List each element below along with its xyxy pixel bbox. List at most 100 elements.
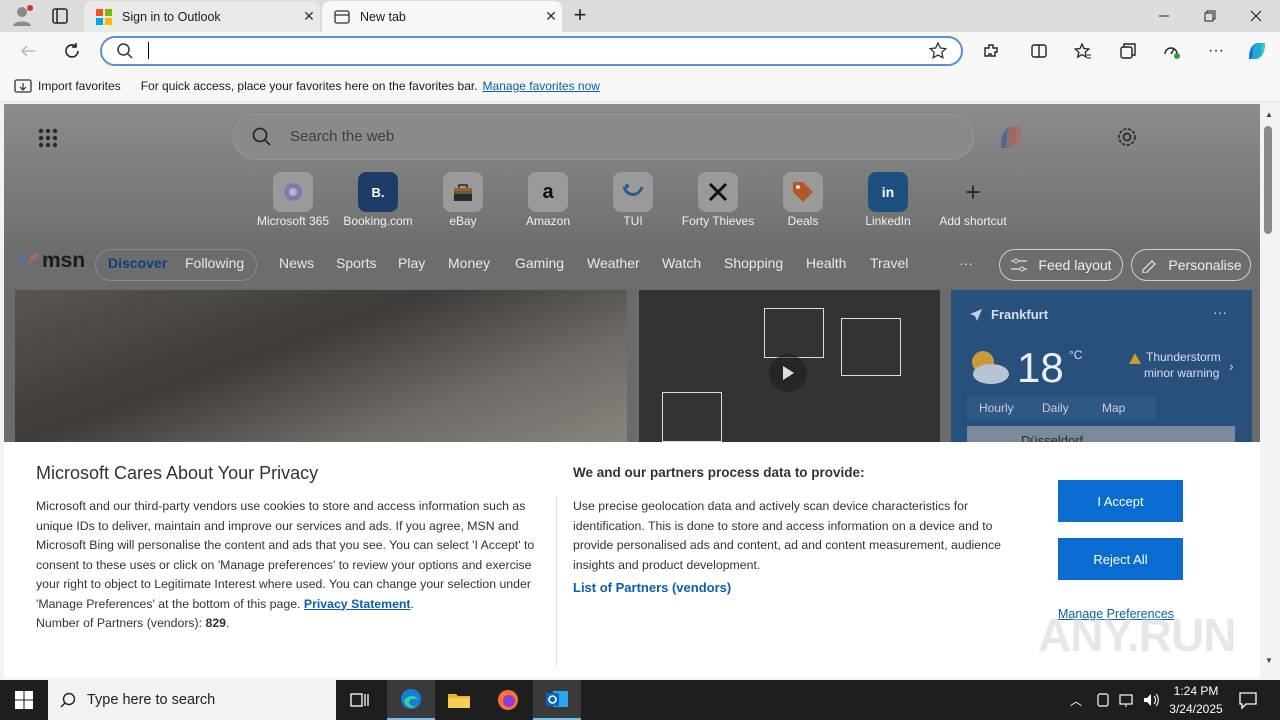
weather-city[interactable]: Frankfurt	[991, 307, 1048, 322]
shortcut-add[interactable]: + Add shortcut	[930, 172, 1016, 229]
shortcut-forty-thieves[interactable]: Forty Thieves	[675, 172, 761, 228]
text-caret	[148, 42, 149, 59]
sparkle-pencil-icon	[1140, 257, 1158, 273]
new-tab-plus-icon[interactable]: +	[569, 4, 591, 27]
shortcut-microsoft-365[interactable]: Microsoft 365	[250, 172, 336, 228]
manage-favorites-link[interactable]: Manage favorites now	[483, 79, 600, 93]
windows-start-icon[interactable]	[0, 680, 48, 720]
shortcut-deals[interactable]: Deals	[760, 172, 846, 228]
tray-chevron-up-icon[interactable]: ︿	[1070, 692, 1082, 709]
network-icon[interactable]	[1118, 692, 1136, 708]
web-search-box[interactable]: Search the web	[233, 114, 974, 160]
favorite-star-icon[interactable]	[928, 41, 948, 61]
apps-grid-icon[interactable]	[38, 128, 58, 148]
list-of-partners-link[interactable]: List of Partners (vendors)	[573, 580, 731, 595]
nav-travel[interactable]: Travel	[870, 255, 908, 271]
weather-tab-map[interactable]: Map	[1102, 401, 1125, 415]
nav-gaming[interactable]: Gaming	[515, 255, 564, 271]
taskbar-search-box[interactable]: Type here to search	[48, 680, 336, 720]
close-window-icon[interactable]	[1233, 0, 1279, 32]
weather-alert-line2: minor warning	[1144, 366, 1220, 380]
close-tab-icon[interactable]: ✕	[298, 8, 320, 25]
shortcut-label: Microsoft 365	[256, 214, 330, 228]
warning-icon	[1128, 352, 1142, 365]
minimize-icon[interactable]	[1141, 0, 1187, 32]
tab-actions-icon[interactable]	[50, 6, 70, 26]
nav-money[interactable]: Money	[448, 255, 490, 271]
personalise-button[interactable]: Personalise	[1131, 249, 1251, 281]
play-icon[interactable]	[769, 354, 807, 392]
shortcut-booking[interactable]: B. Booking.com	[335, 172, 421, 228]
toggle-discover[interactable]: Discover	[108, 255, 167, 271]
back-arrow-icon[interactable]	[16, 40, 40, 62]
task-view-icon[interactable]	[336, 680, 384, 720]
nav-watch[interactable]: Watch	[662, 255, 701, 271]
performance-icon[interactable]	[1160, 40, 1184, 62]
notifications-icon[interactable]	[1238, 690, 1258, 710]
copilot-icon[interactable]	[995, 121, 1027, 153]
tab-title: New tab	[360, 9, 406, 24]
settings-more-icon[interactable]: ···	[1204, 40, 1228, 62]
restore-icon[interactable]	[1187, 0, 1233, 32]
favorites-icon[interactable]	[1071, 40, 1095, 62]
nav-health[interactable]: Health	[806, 255, 846, 271]
scroll-up-icon[interactable]: ▲	[1265, 110, 1273, 119]
msn-logo-text: msn	[42, 249, 86, 272]
edge-taskbar-icon[interactable]	[387, 680, 435, 720]
import-favorites-button[interactable]: Import favorites	[14, 78, 121, 94]
system-clock[interactable]: 1:24 PM 3/24/2025	[1160, 682, 1232, 718]
search-icon	[252, 127, 272, 147]
nav-sports[interactable]: Sports	[336, 255, 376, 271]
msn-logo[interactable]: msn	[16, 249, 85, 273]
collections-icon[interactable]	[1116, 40, 1140, 62]
chevron-right-icon[interactable]: ›	[1229, 358, 1234, 374]
video-card[interactable]	[639, 290, 940, 450]
favorites-hint: For quick access, place your favorites h…	[140, 78, 478, 93]
location-arrow-icon	[969, 308, 983, 322]
nav-play[interactable]: Play	[398, 255, 425, 271]
nav-news[interactable]: News	[279, 255, 314, 271]
nav-more-icon[interactable]: ···	[959, 255, 973, 271]
weather-card[interactable]: Frankfurt ··· 18 °C Thunderstorm minor w…	[951, 290, 1252, 456]
shortcut-label: LinkedIn	[865, 214, 911, 228]
tab-new-tab[interactable]: New tab ✕	[322, 1, 562, 32]
news-card-image[interactable]	[15, 290, 627, 450]
page-scrollbar[interactable]: ▲ ▼	[1260, 104, 1276, 678]
split-screen-icon[interactable]	[1027, 40, 1051, 62]
tray-device-icon[interactable]	[1095, 692, 1111, 708]
scroll-down-icon[interactable]: ▼	[1265, 656, 1273, 665]
nav-shopping[interactable]: Shopping	[724, 255, 783, 271]
close-tab-icon[interactable]: ✕	[540, 8, 562, 25]
profile-avatar-icon[interactable]	[10, 4, 34, 28]
copilot-icon[interactable]	[1245, 39, 1269, 63]
file-explorer-icon[interactable]	[435, 680, 483, 720]
accept-button[interactable]: I Accept	[1058, 480, 1183, 522]
tab-outlook[interactable]: Sign in to Outlook ✕	[84, 1, 320, 32]
weather-tab-hourly[interactable]: Hourly	[979, 401, 1014, 415]
privacy-title: Microsoft Cares About Your Privacy	[36, 463, 319, 483]
refresh-icon[interactable]	[60, 40, 84, 62]
scrollbar-thumb[interactable]	[1264, 126, 1272, 234]
shortcut-linkedin[interactable]: in LinkedIn	[845, 172, 931, 228]
feed-layout-button[interactable]: Feed layout	[999, 249, 1123, 281]
privacy-statement-link[interactable]: Privacy Statement	[304, 597, 411, 611]
anyrun-watermark: ANY.RUN	[1038, 609, 1236, 661]
outlook-icon[interactable]	[533, 680, 581, 720]
shortcut-amazon[interactable]: a Amazon	[505, 172, 591, 228]
nav-weather[interactable]: Weather	[587, 255, 640, 271]
partners-count-label: Number of Partners (vendors):	[36, 616, 203, 630]
toggle-following[interactable]: Following	[185, 255, 244, 271]
weather-unit: °C	[1069, 348, 1083, 362]
weather-more-icon[interactable]: ···	[1213, 304, 1227, 320]
shortcut-ebay[interactable]: eBay	[420, 172, 506, 228]
extensions-icon[interactable]	[979, 40, 1003, 62]
page-settings-gear-icon[interactable]	[1116, 126, 1138, 148]
msn-butterfly-icon	[16, 250, 40, 272]
volume-icon[interactable]	[1142, 692, 1160, 708]
reject-all-button[interactable]: Reject All	[1058, 538, 1183, 580]
personalise-label: Personalise	[1168, 257, 1242, 273]
address-input[interactable]	[146, 40, 906, 62]
weather-tab-daily[interactable]: Daily	[1042, 401, 1069, 415]
shortcut-tui[interactable]: TUI	[590, 172, 676, 228]
firefox-icon[interactable]	[484, 680, 532, 720]
